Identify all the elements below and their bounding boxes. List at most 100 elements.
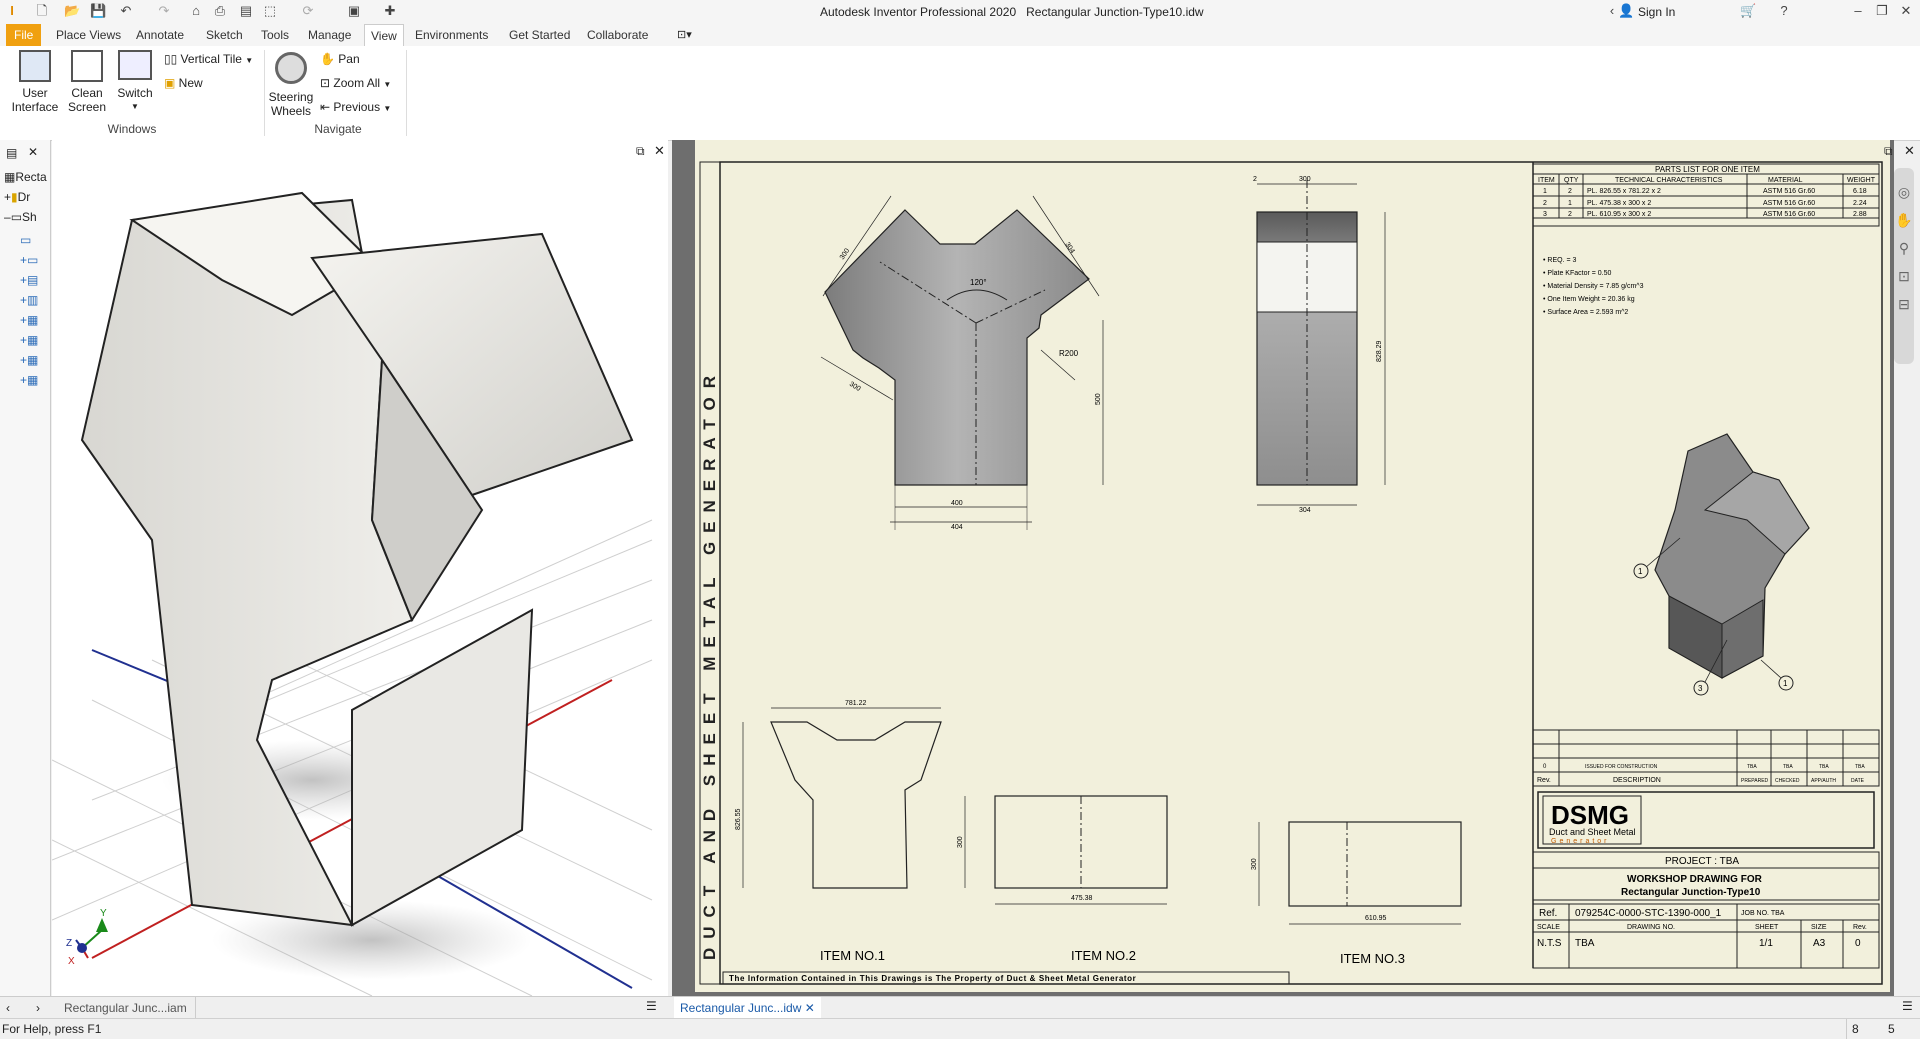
svg-text:Y: Y [100, 908, 107, 919]
svg-text:Generator: Generator [1551, 838, 1610, 845]
tab-tools[interactable]: Tools [261, 24, 289, 46]
drawing-notes: • REQ. = 3 • Plate KFactor = 0.50 • Mate… [1543, 257, 1644, 316]
svg-text:300: 300 [957, 836, 964, 848]
select-icon[interactable]: ⬚ [262, 3, 278, 19]
window-title: Autodesk Inventor Professional 2020 Rect… [820, 5, 1204, 19]
color-override-icon[interactable]: ▣ [346, 3, 362, 19]
update-icon[interactable]: ⟳ [300, 3, 316, 19]
close-drawing-icon[interactable]: ✕ [1904, 143, 1915, 159]
svg-text:304: 304 [1299, 507, 1311, 514]
switch-button[interactable]: Switch ▼ [113, 50, 157, 114]
svg-text:• One Item Weight = 20.36 kg: • One Item Weight = 20.36 kg [1543, 296, 1635, 303]
vertical-tile-button[interactable]: ▯▯ Vertical Tile ▼ [164, 52, 253, 66]
ribbon-options-icon[interactable]: ⊡▾ [677, 28, 692, 41]
doc-tab-assembly[interactable]: Rectangular Junc...iam [56, 997, 196, 1019]
zoom-nav-icon[interactable]: ⚲ [1894, 234, 1914, 262]
view-triad[interactable]: Y Z X [66, 908, 108, 967]
pan-button[interactable]: ✋ Pan [320, 52, 360, 66]
browser-item-sheet[interactable]: –▭Sh [4, 210, 37, 224]
drawing-icon: ▦ [4, 170, 16, 184]
close-tab-icon[interactable]: ✕ [805, 1001, 815, 1015]
open-icon[interactable]: 📂 [64, 3, 80, 19]
close-button[interactable]: ✕ [1898, 3, 1914, 19]
tab-view[interactable]: View [364, 24, 404, 47]
tab-get-started[interactable]: Get Started [509, 24, 570, 46]
tab-place-views[interactable]: Place Views [56, 24, 121, 46]
svg-text:Z: Z [66, 938, 72, 949]
pan-hand-icon: ✋ [320, 52, 339, 66]
close-view-icon[interactable]: ✕ [654, 143, 665, 159]
browser-menu-icon[interactable]: ▤ [6, 146, 17, 160]
minimize-button[interactable]: – [1850, 3, 1866, 19]
zoom-window-nav-icon[interactable]: ⊡ [1894, 262, 1914, 290]
browser-view-list[interactable]: ▭ +▭ +▤ +▥ +▦ +▦ +▦ +▦ [20, 230, 38, 390]
tab-list-icon[interactable]: ☰ [646, 999, 657, 1013]
svg-text:Rectangular Junction-Type10: Rectangular Junction-Type10 [1621, 887, 1761, 898]
home-icon[interactable]: ⌂ [188, 3, 204, 19]
svg-text:500: 500 [1095, 393, 1102, 405]
user-icon[interactable]: 👤 [1618, 3, 1634, 19]
svg-text:Rev.: Rev. [1853, 924, 1867, 931]
scroll-left-icon[interactable]: ‹ [6, 1001, 10, 1015]
expand-icon: + [4, 190, 12, 204]
tab-file[interactable]: File [6, 24, 42, 46]
svg-text:TBA: TBA [1747, 764, 1757, 770]
tab-sketch[interactable]: Sketch [206, 24, 243, 46]
clean-screen-button[interactable]: Clean Screen [66, 50, 108, 114]
maximize-drawing-icon[interactable]: ⧉ [1884, 144, 1893, 159]
previous-view-button[interactable]: ⇤ Previous ▼ [320, 100, 391, 114]
svg-text:2: 2 [1253, 176, 1257, 183]
undo-icon[interactable]: ↶ [118, 3, 134, 19]
svg-text:Ref.: Ref. [1539, 908, 1557, 919]
tab-list-icon[interactable]: ☰ [1902, 999, 1913, 1013]
cart-icon[interactable]: 🛒 [1740, 3, 1756, 19]
model-3d-view: Y Z X [52, 191, 653, 996]
tab-manage[interactable]: Manage [308, 24, 351, 46]
user-interface-button[interactable]: User Interface [10, 50, 60, 114]
tab-annotate[interactable]: Annotate [136, 24, 184, 46]
svg-text:PL. 826.55 x 781.22 x 2: PL. 826.55 x 781.22 x 2 [1587, 188, 1661, 195]
add-icon[interactable]: ✚ [382, 3, 398, 19]
svg-text:300: 300 [839, 247, 851, 261]
maximize-view-icon[interactable]: ⧉ [636, 144, 645, 159]
properties-icon[interactable]: ▤ [238, 3, 254, 19]
item1-flat-pattern: 781.22 826.55 ITEM NO.1 [735, 700, 942, 963]
scroll-right-icon[interactable]: › [36, 1001, 40, 1015]
tab-collaborate[interactable]: Collaborate [587, 24, 648, 46]
svg-text:PARTS LIST FOR ONE ITEM: PARTS LIST FOR ONE ITEM [1655, 165, 1760, 174]
steering-wheels-button[interactable]: Steering Wheels [268, 52, 314, 118]
browser-item-drawing-resources[interactable]: +▮Dr [4, 190, 30, 204]
help-icon[interactable]: ? [1776, 3, 1792, 19]
document-tabs: ‹ › Rectangular Junc...iam ☰ Rectangular… [0, 996, 1920, 1021]
maximize-button[interactable]: ❐ [1874, 3, 1890, 19]
new-window-button[interactable]: ▣ New [164, 76, 203, 90]
svg-text:6.18: 6.18 [1853, 188, 1867, 195]
sign-in-link[interactable]: Sign In [1638, 5, 1675, 19]
sheet-icon: ▭ [10, 210, 23, 224]
svg-text:ASTM 516 Gr.60: ASTM 516 Gr.60 [1763, 211, 1815, 218]
svg-text:DATE: DATE [1851, 778, 1865, 784]
pan-nav-icon[interactable]: ✋ [1894, 206, 1914, 234]
svg-text:475.38: 475.38 [1071, 895, 1093, 902]
clean-screen-icon [71, 50, 103, 82]
svg-text:TECHNICAL CHARACTERISTICS: TECHNICAL CHARACTERISTICS [1615, 177, 1723, 184]
zoom-all-button[interactable]: ⊡ Zoom All ▼ [320, 76, 391, 90]
browser-close-icon[interactable]: ✕ [28, 145, 38, 159]
svg-text:2.24: 2.24 [1853, 200, 1867, 207]
svg-text:304: 304 [1063, 241, 1075, 255]
svg-text:X: X [68, 956, 75, 967]
print-icon[interactable]: ⎙ [212, 3, 228, 19]
browser-item-root[interactable]: ▦Recta [4, 170, 47, 184]
assembly-viewport[interactable]: Y Z X ⧉ ✕ [52, 140, 668, 996]
save-icon[interactable]: 💾 [90, 3, 106, 19]
new-file-icon[interactable]: 🗋 [34, 3, 50, 19]
redo-icon[interactable]: ↷ [156, 3, 172, 19]
svg-text:CHECKED: CHECKED [1775, 778, 1800, 784]
tab-environments[interactable]: Environments [415, 24, 488, 46]
steering-wheel-nav-icon[interactable]: ◎ [1894, 178, 1914, 206]
svg-text:PREPARED: PREPARED [1741, 778, 1769, 784]
svg-text:N.T.S: N.T.S [1537, 938, 1562, 949]
new-window-icon: ▣ [164, 76, 179, 90]
svg-text:TBA: TBA [1855, 764, 1865, 770]
look-at-nav-icon[interactable]: ⊟ [1894, 290, 1914, 318]
